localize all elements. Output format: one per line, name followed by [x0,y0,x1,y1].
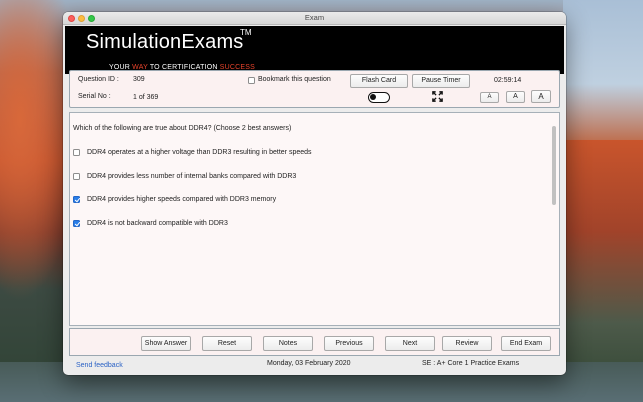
exam-name: SE : A+ Core 1 Practice Exams [422,360,520,367]
serial-no-value: 1 of 369 [133,94,159,101]
answer-option[interactable]: DDR4 provides less number of internal ba… [70,171,540,183]
bookmark-label[interactable]: Bookmark this question [258,76,331,83]
pause-timer-button[interactable]: Pause Timer [412,74,470,88]
previous-button[interactable]: Previous [324,336,374,351]
brand-banner: SimulationExams TM YOUR WAY TO CERTIFICA… [65,26,564,74]
answer-option[interactable]: DDR4 operates at a higher voltage than D… [70,147,540,159]
end-exam-button[interactable]: End Exam [501,336,551,351]
fullscreen-expand-icon[interactable] [432,91,443,102]
title-bar[interactable]: Exam [63,12,566,25]
question-area: Which of the following are true about DD… [69,112,560,326]
answer-checkbox[interactable] [73,149,80,156]
trademark-mark: TM [240,28,252,37]
answer-text: DDR4 is not backward compatible with DDR… [87,220,228,227]
answer-text: DDR4 operates at a higher voltage than D… [87,149,312,156]
reset-button[interactable]: Reset [202,336,252,351]
serial-no-label: Serial No : [78,93,111,100]
send-feedback-link[interactable]: Send feedback [76,362,123,369]
current-date: Monday, 03 February 2020 [267,360,351,367]
font-size-medium-button[interactable]: A [506,91,525,103]
bookmark-checkbox[interactable] [248,77,255,84]
next-button[interactable]: Next [385,336,435,351]
window-title: Exam [304,13,325,22]
answer-text: DDR4 provides higher speeds compared wit… [87,196,277,203]
question-id-label: Question ID : [78,76,119,83]
answer-text: DDR4 provides less number of internal ba… [87,173,297,180]
question-text: Which of the following are true about DD… [73,125,292,132]
show-answer-button[interactable]: Show Answer [141,336,191,351]
exam-timer: 02:59:14 [494,77,522,84]
font-size-small-button[interactable]: A [480,92,499,103]
font-size-large-button[interactable]: A [531,90,551,103]
wallpaper-sky [563,0,643,140]
question-id-value: 309 [133,76,145,83]
mode-toggle-switch[interactable] [368,92,390,103]
answer-checkbox-checked[interactable] [73,220,80,227]
review-button[interactable]: Review [442,336,492,351]
navigation-bar: Show Answer Reset Notes Previous Next Re… [69,328,560,356]
exam-window: Exam SimulationExams TM YOUR WAY TO CERT… [63,12,566,375]
notes-button[interactable]: Notes [263,336,313,351]
answer-option[interactable]: DDR4 is not backward compatible with DDR… [70,218,540,230]
answer-checkbox-checked[interactable] [73,196,80,203]
flash-card-button[interactable]: Flash Card [350,74,408,88]
brand-logo-text: SimulationExams [86,31,244,53]
answer-checkbox[interactable] [73,173,80,180]
question-info-panel: Question ID : 309 Serial No : 1 of 369 B… [69,70,560,108]
answer-option[interactable]: DDR4 provides higher speeds compared wit… [70,194,540,206]
vertical-scrollbar[interactable] [552,126,556,205]
